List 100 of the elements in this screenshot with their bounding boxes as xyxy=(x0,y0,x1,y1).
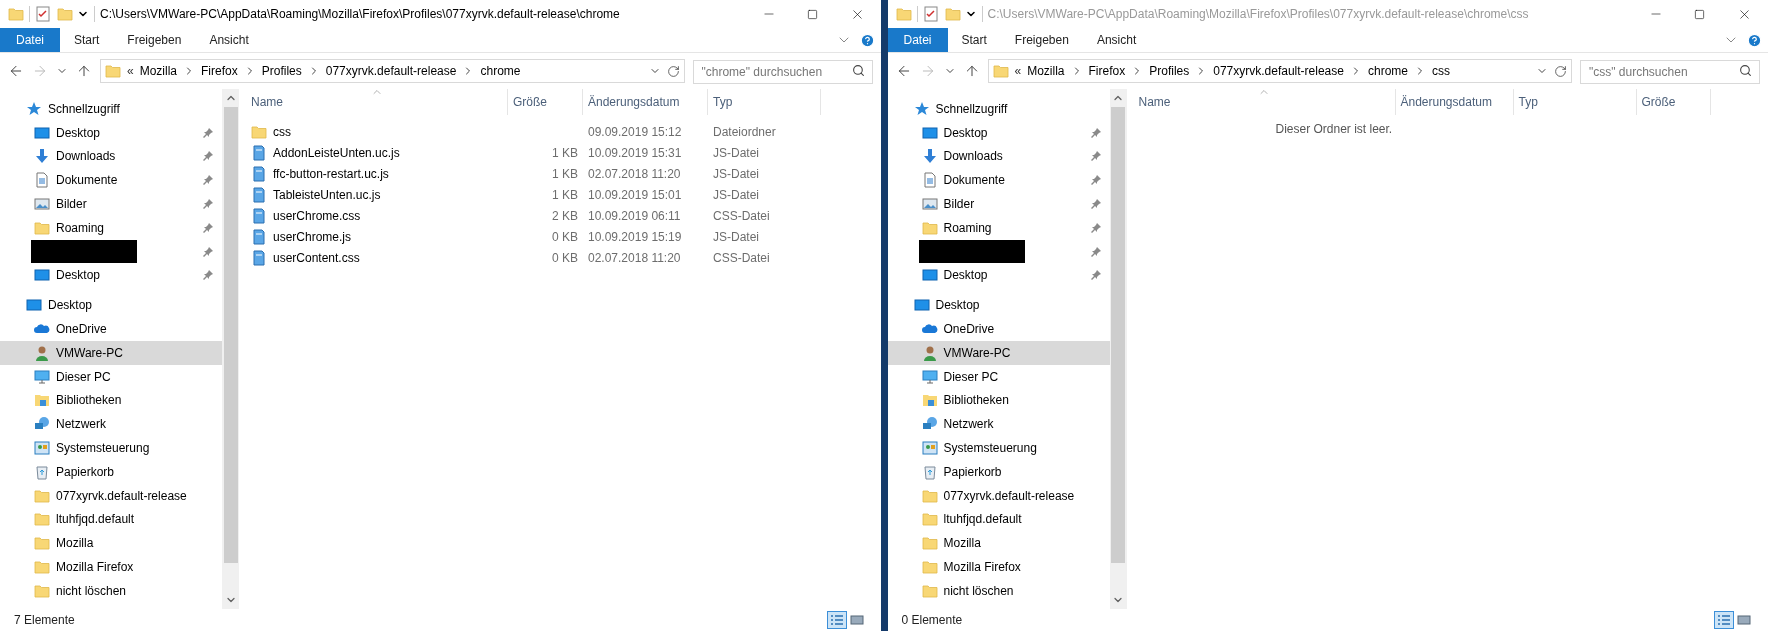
monitor-icon xyxy=(26,297,42,314)
scrollbar-thumb[interactable] xyxy=(1111,107,1125,563)
column-header[interactable]: Typ xyxy=(1513,89,1637,115)
address-bar[interactable]: « Mozilla Firefox Profiles 077xyrvk.default-release chrome css xyxy=(987,59,1572,83)
nav-item[interactable]: VMWare-PC xyxy=(887,340,1110,365)
file-row[interactable]: userChrome.js 0 KB 10.09.2019 15:19 JS-Datei xyxy=(246,226,881,247)
refresh-icon[interactable] xyxy=(1554,64,1567,78)
column-header[interactable]: Name xyxy=(246,89,508,115)
column-header[interactable]: Name xyxy=(1133,89,1396,115)
search-field[interactable]: "css" durchsuchen xyxy=(1580,60,1760,84)
nav-item[interactable]: Bibliotheken xyxy=(0,388,222,413)
refresh-icon[interactable] xyxy=(666,64,680,78)
nav-item[interactable]: Netzwerk xyxy=(0,412,222,437)
scrollbar-thumb[interactable] xyxy=(223,107,238,563)
breadcrumb-item[interactable]: Profiles xyxy=(1149,62,1190,80)
breadcrumb-item[interactable]: chrome xyxy=(1367,62,1408,80)
help-icon[interactable] xyxy=(859,32,875,48)
nav-item[interactable]: ltuhfjqd.default xyxy=(887,507,1110,532)
up-icon[interactable] xyxy=(76,63,92,79)
scrollbar[interactable] xyxy=(222,89,239,609)
nav-item[interactable]: Papierkorb xyxy=(887,459,1110,484)
column-header[interactable]: Änderungsdatum xyxy=(583,89,708,115)
nav-item[interactable]: Mozilla xyxy=(0,531,222,556)
folder-icon xyxy=(921,536,938,551)
back-icon[interactable] xyxy=(8,63,24,79)
nav-item[interactable]: OneDrive xyxy=(0,317,222,341)
file-row[interactable]: css 09.09.2019 15:12 Dateiordner xyxy=(246,121,881,142)
nav-item[interactable]: Mozilla xyxy=(887,531,1110,556)
scrollbar[interactable] xyxy=(1109,89,1127,609)
nav-item[interactable]: Papierkorb xyxy=(0,459,222,484)
nav-item[interactable]: Desktop xyxy=(0,263,222,288)
column-header[interactable]: Änderungsdatum xyxy=(1395,89,1514,115)
help-icon[interactable] xyxy=(1747,32,1762,48)
file-row[interactable]: TableisteUnten.uc.js 1 KB 10.09.2019 15:01 JS-Datei xyxy=(246,184,881,205)
file-row[interactable]: userContent.css 0 KB 02.07.2018 11:20 CSS-Datei xyxy=(246,247,881,268)
nav-item[interactable]: nicht löschen xyxy=(0,578,222,603)
nav-item[interactable]: OneDrive xyxy=(887,317,1110,341)
search-field[interactable]: "chrome" durchsuchen xyxy=(692,60,873,84)
nav-item[interactable]: Dokumente xyxy=(887,168,1110,193)
breadcrumb-item[interactable]: Profiles xyxy=(261,62,302,80)
nav-item[interactable]: Downloads xyxy=(887,144,1110,169)
empty-folder-message: Dieser Ordner ist leer. xyxy=(1275,121,1393,138)
ribbon-tab[interactable]: Start xyxy=(947,28,1001,52)
breadcrumb-item[interactable]: chrome xyxy=(480,62,521,80)
ribbon-tab[interactable]: Ansicht xyxy=(1082,28,1151,52)
column-header[interactable]: Typ xyxy=(708,89,821,115)
address-bar[interactable]: « Mozilla Firefox Profiles 077xyrvk.default-release chrome xyxy=(100,59,685,83)
file-row[interactable]: AddonLeisteUnten.uc.js 1 KB 10.09.2019 15:31 JS-Datei xyxy=(246,142,881,163)
breadcrumb-overflow[interactable]: « xyxy=(127,62,134,80)
file-row[interactable]: userChrome.css 2 KB 10.09.2019 06:11 CSS-Datei xyxy=(246,205,881,226)
breadcrumb-item[interactable]: 077xyrvk.default-release xyxy=(1213,62,1344,80)
nav-item[interactable]: Bilder xyxy=(0,192,222,216)
column-header[interactable]: Größe xyxy=(508,89,583,115)
nav-item[interactable]: Roaming xyxy=(887,216,1110,240)
ribbon-tab[interactable]: Ansicht xyxy=(195,28,263,52)
nav-item[interactable]: Desktop xyxy=(0,293,222,318)
nav-item[interactable]: Schnellzugriff xyxy=(0,97,222,121)
nav-item[interactable]: Systemsteuerung xyxy=(887,436,1110,460)
breadcrumb-item[interactable]: Firefox xyxy=(1088,62,1126,80)
ribbon-tab[interactable]: Freigeben xyxy=(113,28,196,52)
nav-item[interactable]: Mozilla Firefox xyxy=(887,555,1110,579)
breadcrumb-item[interactable]: Mozilla xyxy=(139,62,178,80)
ribbon-tab[interactable]: Freigeben xyxy=(1000,28,1083,52)
column-header[interactable]: Größe xyxy=(1636,89,1711,115)
details-view-button[interactable] xyxy=(826,611,847,629)
nav-item[interactable]: Desktop xyxy=(887,293,1110,318)
nav-item[interactable]: VMWare-PC xyxy=(0,340,222,365)
maximize-icon[interactable] xyxy=(806,8,818,20)
nav-item[interactable]: Systemsteuerung xyxy=(0,436,222,460)
nav-item[interactable]: Dieser PC xyxy=(887,364,1110,389)
checklist-icon[interactable] xyxy=(922,6,939,22)
nav-item[interactable]: Roaming xyxy=(0,216,222,240)
cell-text: JS-Datei xyxy=(713,165,759,183)
nav-item[interactable]: Mozilla Firefox xyxy=(0,555,222,579)
ribbon-tab[interactable]: Start xyxy=(60,28,114,52)
file-row[interactable]: ffc-button-restart.uc.js 1 KB 02.07.2018 11:20 JS-Datei xyxy=(246,163,881,184)
nav-item[interactable]: Bilder xyxy=(887,192,1110,216)
nav-item[interactable]: 077xyrvk.default-release xyxy=(0,483,222,508)
nav-item[interactable]: ltuhfjqd.default xyxy=(0,507,222,532)
nav-item[interactable]: Desktop xyxy=(0,120,222,145)
breadcrumb-item[interactable]: Mozilla xyxy=(1027,62,1065,80)
breadcrumb-item[interactable]: Firefox xyxy=(201,62,238,80)
nav-item[interactable]: nicht löschen xyxy=(887,578,1110,603)
nav-item[interactable]: Downloads xyxy=(0,144,222,169)
nav-item[interactable]: Bibliotheken xyxy=(887,388,1110,413)
nav-item[interactable]: Dieser PC xyxy=(0,364,222,389)
nav-item[interactable]: Desktop xyxy=(887,120,1110,145)
nav-item[interactable]: Netzwerk xyxy=(887,412,1110,437)
pin-icon xyxy=(202,150,214,163)
nav-item[interactable]: Schnellzugriff xyxy=(887,97,1110,121)
breadcrumb-item[interactable]: 077xyrvk.default-release xyxy=(325,62,457,80)
checklist-icon[interactable] xyxy=(35,6,51,22)
breadcrumb-item[interactable]: css xyxy=(1432,62,1450,80)
folder-icon xyxy=(34,488,50,503)
details-view-button[interactable] xyxy=(1714,611,1734,629)
breadcrumb-overflow[interactable]: « xyxy=(1014,62,1022,80)
nav-item[interactable]: Desktop xyxy=(887,263,1110,288)
nav-item[interactable]: Dokumente xyxy=(0,168,222,193)
nav-item[interactable]: 077xyrvk.default-release xyxy=(887,483,1110,508)
maximize-icon[interactable] xyxy=(1694,8,1705,20)
